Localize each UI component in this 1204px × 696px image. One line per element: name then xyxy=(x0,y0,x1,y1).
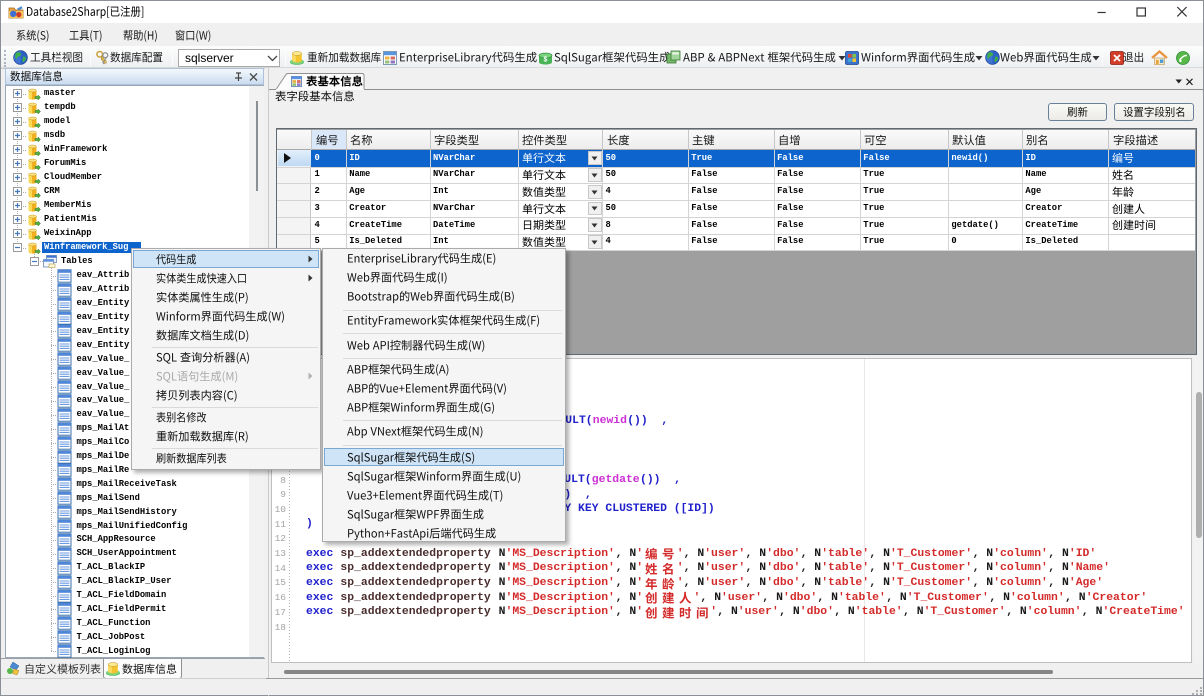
svg-text:$: $ xyxy=(544,56,548,63)
